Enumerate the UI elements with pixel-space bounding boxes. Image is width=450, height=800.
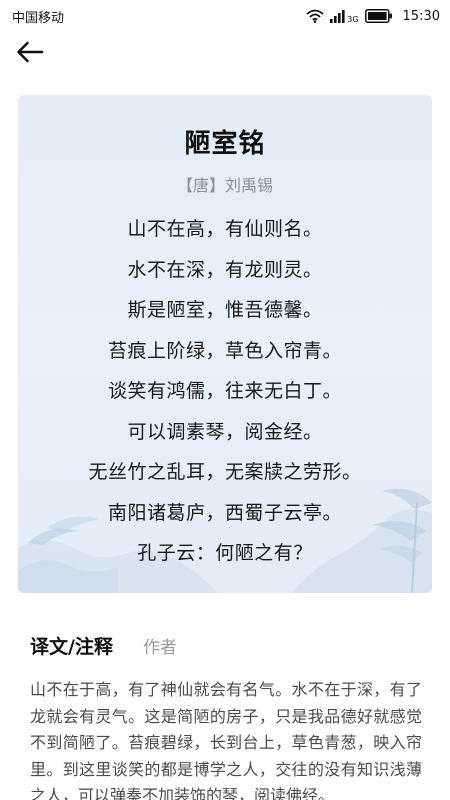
screen: 中国移动 3G 15:30 陋室铭 【唐】刘禹锡 山不在高，有仙则名。 水不在深… bbox=[0, 0, 450, 800]
translation-text: 山不在于高，有了神仙就会有名气。水不在于深，有了龙就会有灵气。这是简陋的房子，只… bbox=[30, 680, 422, 800]
poem-title: 陋室铭 bbox=[184, 129, 266, 159]
wifi-icon bbox=[306, 9, 324, 23]
poem-card: 陋室铭 【唐】刘禹锡 山不在高，有仙则名。 水不在深，有龙则灵。 斯是陋室，惟吾… bbox=[18, 95, 432, 593]
poem-line: 可以调素琴，阅金经。 bbox=[127, 420, 323, 443]
poem-line: 苔痕上阶绿，草色入帘青。 bbox=[107, 339, 342, 362]
nav-bar bbox=[0, 32, 450, 72]
clock-time: 15:30 bbox=[402, 8, 440, 24]
arrow-left-icon bbox=[17, 41, 44, 63]
poem-line: 斯是陋室，惟吾德馨。 bbox=[127, 299, 323, 321]
poem-line: 南阳诸葛庐，西蜀子云亭。 bbox=[107, 501, 342, 524]
back-button[interactable] bbox=[12, 36, 48, 68]
poem-line: 山不在高，有仙则名。 bbox=[127, 218, 323, 240]
poem-line: 水不在深，有龙则灵。 bbox=[127, 258, 323, 281]
poem-line: 孔子云：何陋之有？ bbox=[137, 542, 313, 564]
content-tabs: 译文/注释 作者 bbox=[30, 632, 177, 659]
battery-icon bbox=[364, 9, 393, 23]
network-type-label: 3G bbox=[347, 14, 359, 24]
poem-author: 【唐】刘禹锡 bbox=[176, 176, 273, 195]
tab-translation[interactable]: 译文/注释 bbox=[30, 632, 113, 659]
status-left: 中国移动 bbox=[12, 7, 64, 26]
signal-icon: 3G bbox=[330, 9, 359, 24]
status-bar: 中国移动 3G 15:30 bbox=[0, 0, 450, 32]
status-right: 3G 15:30 bbox=[306, 9, 440, 24]
tab-author[interactable]: 作者 bbox=[143, 633, 177, 658]
poem-line: 无丝竹之乱耳，无案牍之劳形。 bbox=[88, 461, 362, 483]
carrier-label: 中国移动 bbox=[12, 10, 65, 26]
poem-lines: 山不在高，有仙则名。 水不在深，有龙则灵。 斯是陋室，惟吾德馨。 苔痕上阶绿，草… bbox=[18, 214, 432, 579]
poem-line: 谈笑有鸿儒，往来无白丁。 bbox=[107, 380, 342, 402]
